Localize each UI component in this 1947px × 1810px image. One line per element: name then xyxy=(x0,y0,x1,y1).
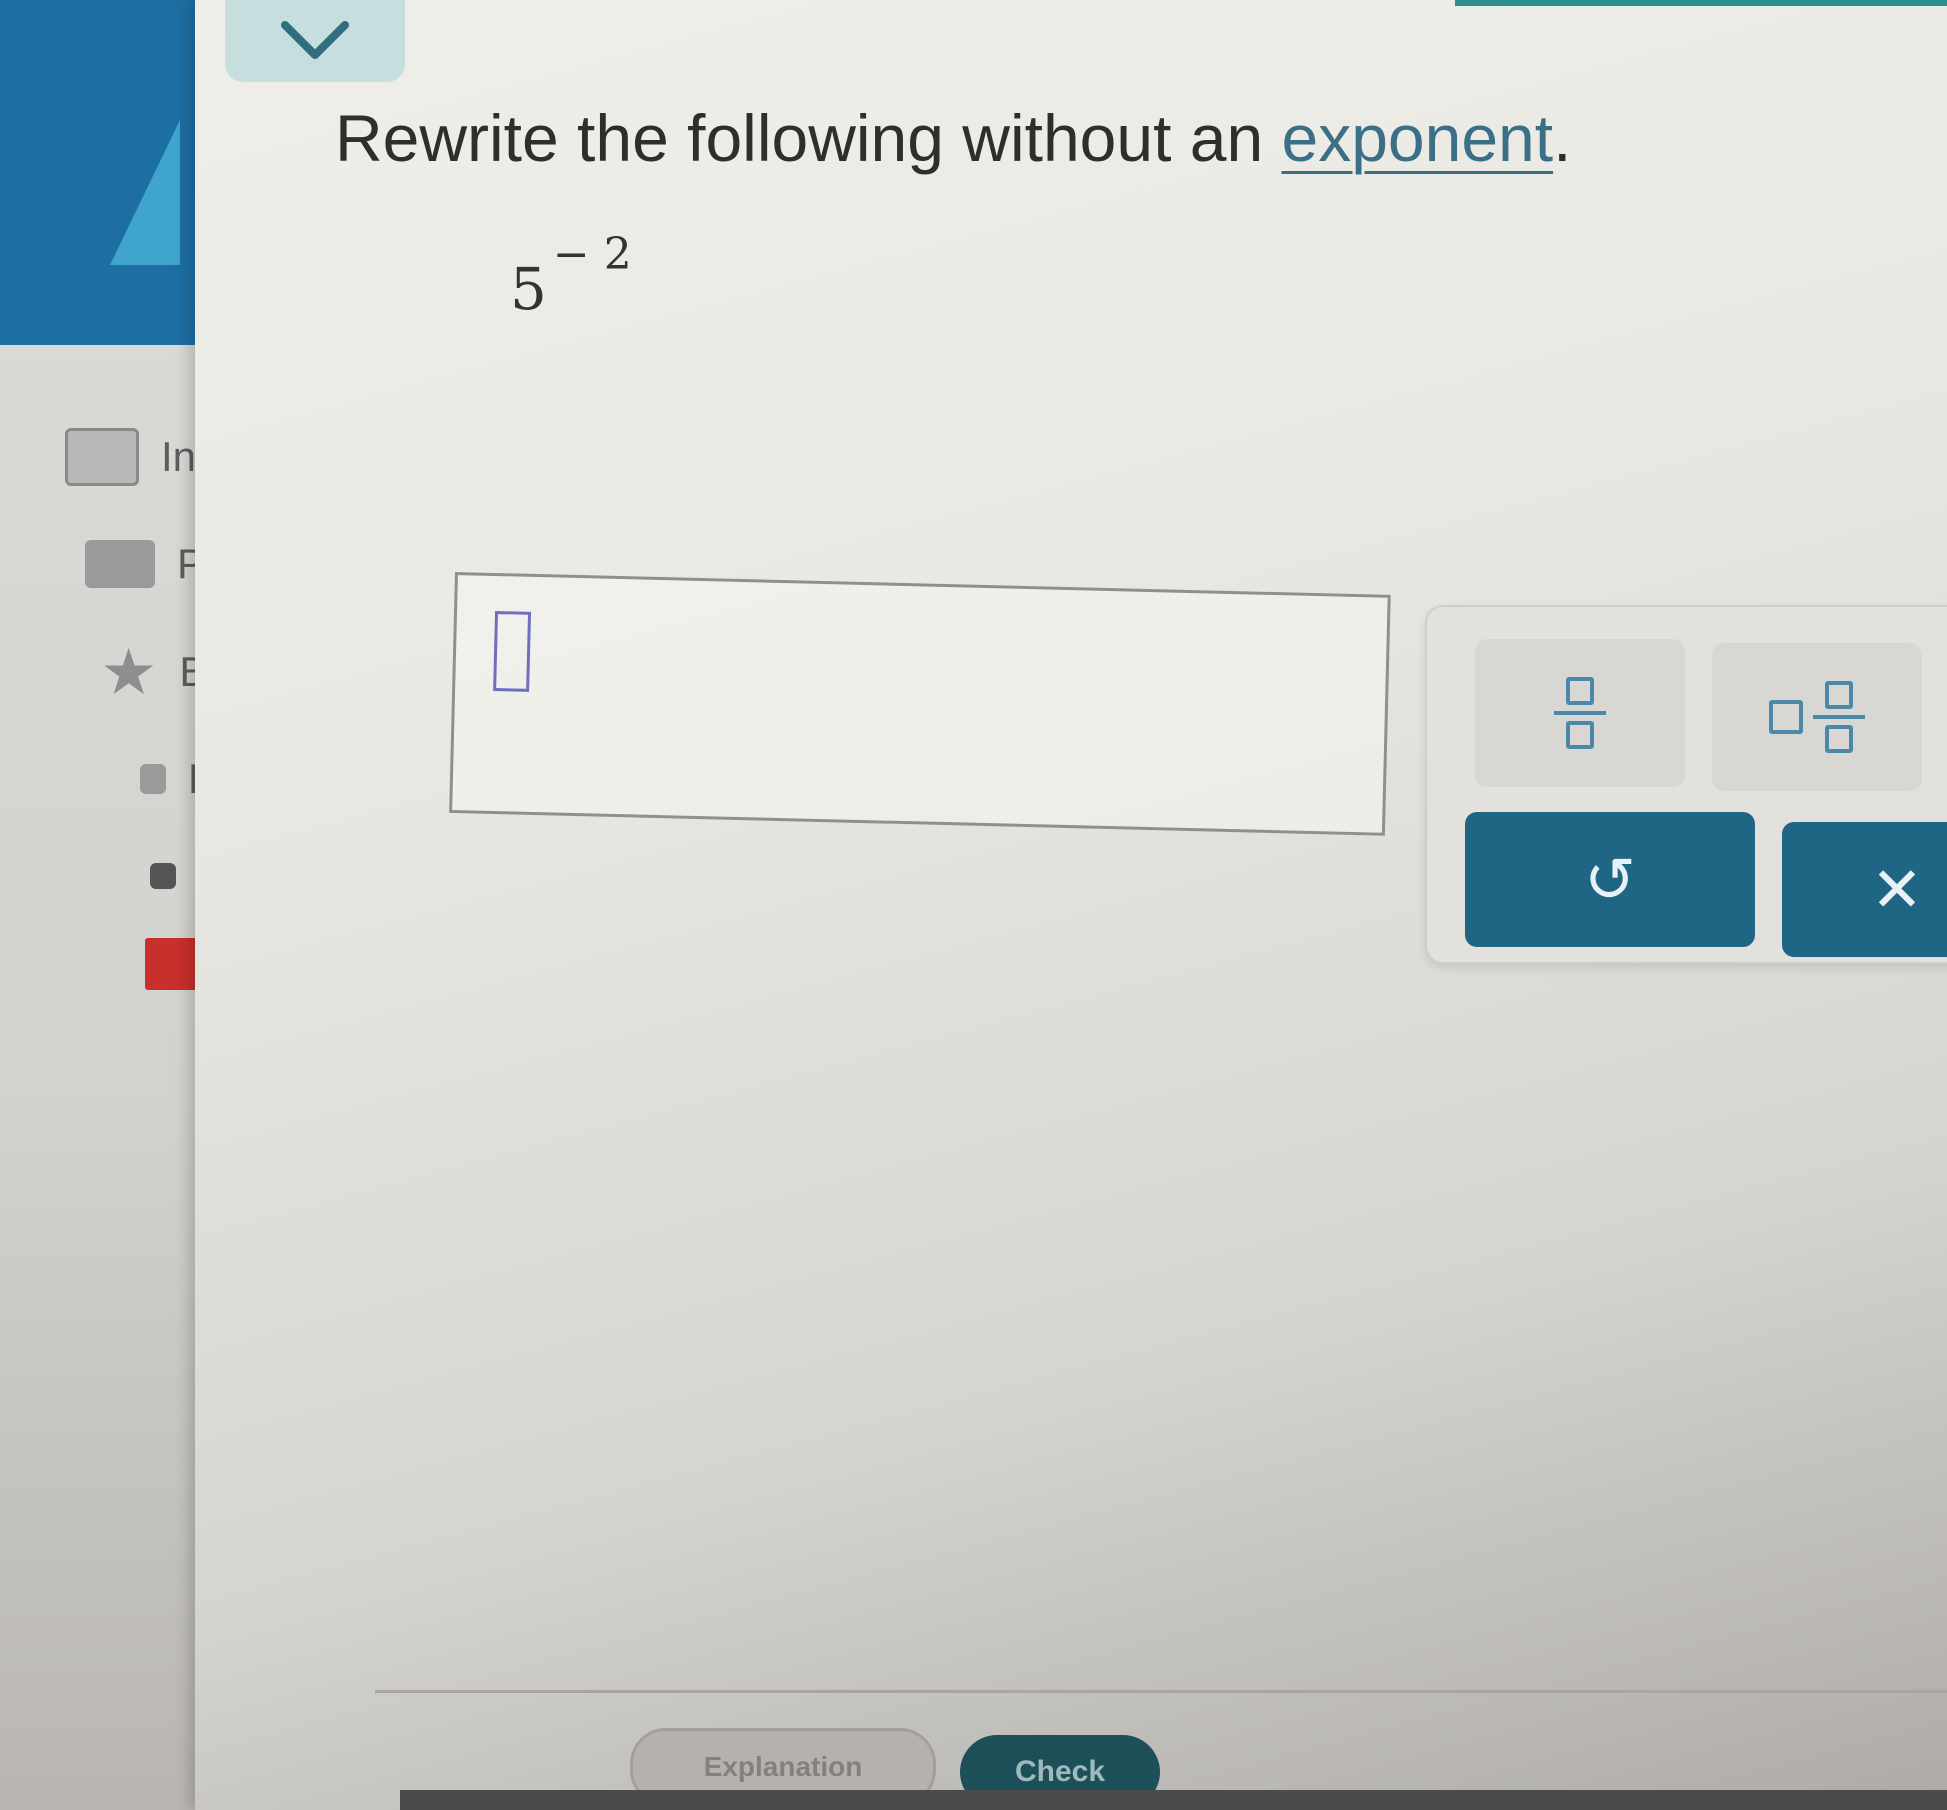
input-placeholder-box[interactable] xyxy=(493,610,532,692)
star-icon: ★ xyxy=(100,636,158,708)
chevron-down-icon xyxy=(281,21,349,59)
mixed-number-icon xyxy=(1769,681,1865,753)
question-prefix: Rewrite the following without an xyxy=(335,101,1282,175)
expression-exponent: − 2 xyxy=(552,229,632,280)
question-suffix: . xyxy=(1553,101,1572,175)
background-banner-accent xyxy=(110,120,180,265)
exponent-link[interactable]: exponent xyxy=(1282,101,1554,175)
math-expression: 5− 2 xyxy=(510,229,632,323)
bookmark-item-1[interactable]: Inf xyxy=(65,428,208,486)
undo-button[interactable]: ↺ xyxy=(1465,812,1755,947)
keyboard-icon xyxy=(65,428,139,486)
answer-input[interactable] xyxy=(449,572,1391,836)
question-panel: Rewrite the following without an exponen… xyxy=(195,0,1947,1810)
clear-button[interactable]: ✕ xyxy=(1782,822,1947,957)
top-accent-strip xyxy=(1455,0,1947,6)
game-icon xyxy=(150,863,176,889)
mixed-number-button[interactable] xyxy=(1712,643,1922,791)
collapse-button[interactable] xyxy=(225,0,405,82)
math-keypad: ↺ ✕ xyxy=(1425,605,1947,964)
screen-bezel xyxy=(400,1790,1947,1810)
close-icon: ✕ xyxy=(1871,853,1923,926)
folder-icon xyxy=(85,540,155,588)
fraction-button[interactable] xyxy=(1475,639,1685,787)
d-logo-icon xyxy=(140,764,166,794)
undo-icon: ↺ xyxy=(1584,843,1636,916)
expression-base: 5 xyxy=(510,255,547,323)
question-text: Rewrite the following without an exponen… xyxy=(335,100,1571,176)
fraction-icon xyxy=(1554,677,1606,749)
